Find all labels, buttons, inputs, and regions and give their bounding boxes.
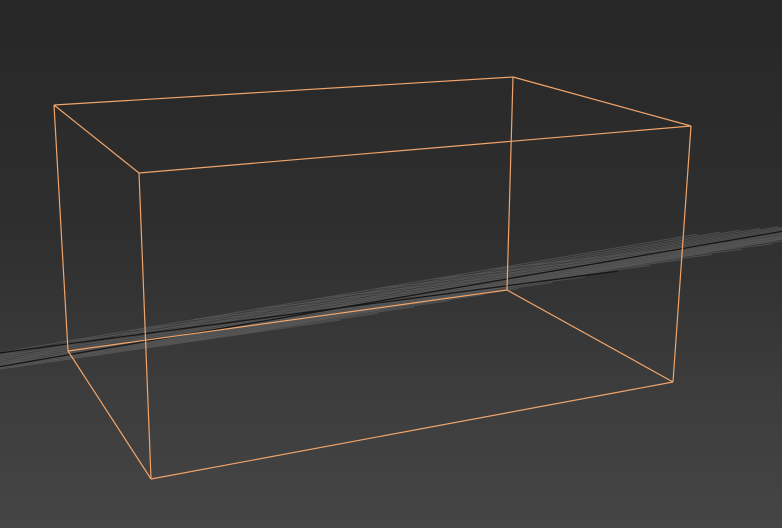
box-edge <box>67 350 152 480</box>
box-edge <box>53 104 69 352</box>
3d-viewport[interactable] <box>0 0 782 528</box>
box-edge <box>150 381 674 480</box>
box-wireframe[interactable] <box>53 76 692 480</box>
box-edge <box>53 76 514 106</box>
box-edge <box>506 76 514 291</box>
box-edge <box>53 104 140 174</box>
box-edge <box>67 289 508 352</box>
box-edge <box>512 76 692 127</box>
box-edge <box>138 125 692 174</box>
box-edge <box>506 289 674 383</box>
box-edge <box>138 172 152 480</box>
viewport-canvas[interactable] <box>0 0 782 528</box>
